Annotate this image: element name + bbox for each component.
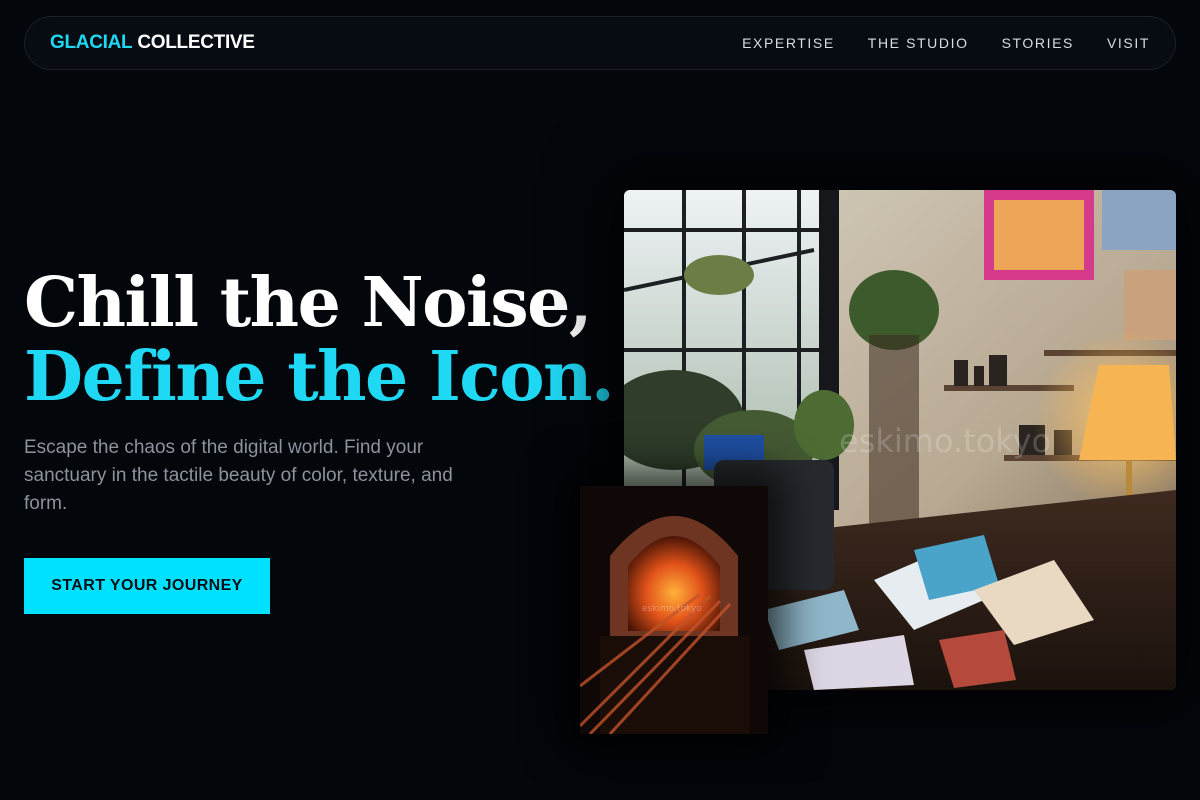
nav-link-visit[interactable]: VISIT [1107,35,1150,51]
kiln-photo-illustration [580,486,768,734]
brand-accent-text: GLACIAL [50,32,133,53]
hero-title-line2: Define the Icon. [24,337,615,417]
nav-link-the-studio[interactable]: THE STUDIO [868,35,969,51]
kiln-photo: eskimo.tokyo [580,486,768,734]
top-navigation: GLACIAL COLLECTIVE EXPERTISE THE STUDIO S… [24,16,1176,70]
start-journey-button[interactable]: START YOUR JOURNEY [24,558,270,614]
brand-name-text: COLLECTIVE [137,32,255,53]
nav-link-stories[interactable]: STORIES [1002,35,1074,51]
hero-subtitle: Escape the chaos of the digital world. F… [24,437,453,514]
hero-title: Chill the Noise, Define the Icon. [24,263,615,417]
nav-link-expertise[interactable]: EXPERTISE [742,35,835,51]
nav-menu: EXPERTISE THE STUDIO STORIES VISIT [742,35,1150,51]
hero-title-line1: Chill the Noise, [24,263,593,343]
brand-logo[interactable]: GLACIAL COLLECTIVE [50,32,255,54]
